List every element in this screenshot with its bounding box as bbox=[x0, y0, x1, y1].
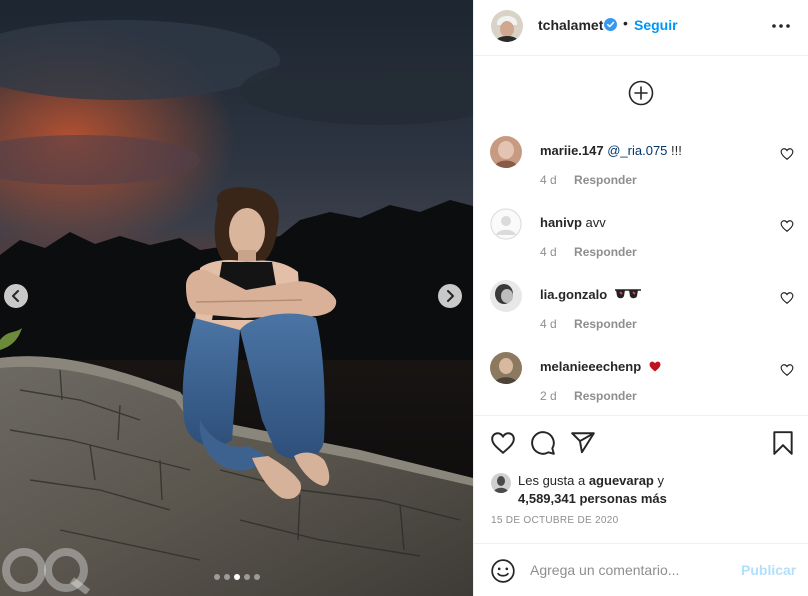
comment-time[interactable]: 4 d bbox=[540, 173, 557, 187]
comment-body: avv bbox=[585, 215, 606, 230]
comment-item: lia.gonzalo 4 d Responder bbox=[474, 280, 808, 352]
carousel-dot bbox=[233, 574, 240, 580]
heart-icon[interactable] bbox=[780, 219, 794, 233]
smiley-icon[interactable] bbox=[490, 558, 516, 584]
likes-prefix: Les gusta a bbox=[518, 473, 589, 488]
publish-button[interactable]: Publicar bbox=[741, 562, 796, 578]
liker-username[interactable]: aguevarap bbox=[589, 473, 654, 488]
comment-meta: 2 d Responder bbox=[540, 389, 637, 403]
red-heart-emoji-icon bbox=[649, 361, 661, 372]
comment-item: mariie.147 @_ria.075 !!! 4 d Responder bbox=[474, 136, 808, 208]
post-details-panel: tchalamet • Seguir mariie.147 @_ria.075 … bbox=[473, 0, 808, 596]
heart-icon[interactable] bbox=[780, 147, 794, 161]
bookmark-icon[interactable] bbox=[770, 430, 796, 456]
more-options-icon[interactable] bbox=[771, 18, 791, 34]
post-date[interactable]: 15 DE OCTUBRE DE 2020 bbox=[491, 515, 618, 526]
carousel-next-button[interactable] bbox=[438, 284, 462, 308]
comment-time[interactable]: 4 d bbox=[540, 245, 557, 259]
post-action-bar bbox=[474, 415, 808, 471]
paper-plane-icon[interactable] bbox=[570, 430, 596, 456]
sunglasses-emoji-icon bbox=[614, 289, 641, 299]
commenter-avatar[interactable] bbox=[490, 280, 522, 312]
comment-item: melanieeechenp 2 d Responder bbox=[474, 352, 808, 424]
comment-text: lia.gonzalo bbox=[540, 287, 642, 302]
likes-text: Les gusta a aguevarap y bbox=[518, 473, 664, 488]
comment-time[interactable]: 2 d bbox=[540, 389, 557, 403]
gq-watermark-logo bbox=[2, 548, 91, 594]
commenter-avatar[interactable] bbox=[490, 208, 522, 240]
comment-meta: 4 d Responder bbox=[540, 245, 637, 259]
comment-mention[interactable]: @_ria.075 bbox=[607, 143, 667, 158]
comment-input[interactable] bbox=[530, 560, 730, 580]
comment-username[interactable]: hanivp bbox=[540, 215, 582, 230]
reply-button[interactable]: Responder bbox=[574, 317, 637, 331]
carousel-dot bbox=[253, 574, 260, 580]
heart-icon[interactable] bbox=[490, 430, 516, 456]
reply-button[interactable]: Responder bbox=[574, 389, 637, 403]
header-separator: • bbox=[623, 15, 628, 31]
heart-icon[interactable] bbox=[780, 363, 794, 377]
carousel-prev-button[interactable] bbox=[4, 284, 28, 308]
comment-text: mariie.147 @_ria.075 !!! bbox=[540, 143, 682, 158]
reply-button[interactable]: Responder bbox=[574, 245, 637, 259]
comment-meta: 4 d Responder bbox=[540, 173, 637, 187]
post-header: tchalamet • Seguir bbox=[474, 0, 808, 56]
heart-icon[interactable] bbox=[780, 291, 794, 305]
verified-badge-icon bbox=[604, 18, 617, 31]
chevron-right-icon bbox=[447, 290, 454, 302]
likes-middle: y bbox=[653, 473, 664, 488]
comment-body: !!! bbox=[667, 143, 682, 158]
comment-time[interactable]: 4 d bbox=[540, 317, 557, 331]
comment-username[interactable]: mariie.147 bbox=[540, 143, 604, 158]
comment-username[interactable]: melanieeechenp bbox=[540, 359, 641, 374]
liker-avatar[interactable] bbox=[491, 473, 511, 493]
comment-text: hanivp avv bbox=[540, 215, 606, 230]
plus-circle-icon[interactable] bbox=[628, 80, 654, 106]
carousel-dot bbox=[223, 574, 230, 580]
add-comment-bar: Publicar bbox=[474, 543, 808, 596]
commenter-avatar[interactable] bbox=[490, 136, 522, 168]
comment-icon[interactable] bbox=[530, 430, 556, 456]
carousel-dot bbox=[243, 574, 250, 580]
comment-text: melanieeechenp bbox=[540, 359, 662, 374]
likes-count[interactable]: 4,589,341 personas más bbox=[518, 491, 667, 506]
comment-meta: 4 d Responder bbox=[540, 317, 637, 331]
comment-username[interactable]: lia.gonzalo bbox=[540, 287, 607, 302]
carousel-indicator bbox=[0, 574, 473, 580]
chevron-left-icon bbox=[12, 290, 19, 302]
author-avatar[interactable] bbox=[491, 10, 523, 42]
commenter-avatar[interactable] bbox=[490, 352, 522, 384]
comment-item: hanivp avv 4 d Responder bbox=[474, 208, 808, 280]
carousel-dot bbox=[213, 574, 220, 580]
reply-button[interactable]: Responder bbox=[574, 173, 637, 187]
author-username[interactable]: tchalamet bbox=[538, 17, 603, 33]
photo-image bbox=[0, 0, 473, 596]
post-photo[interactable] bbox=[0, 0, 473, 596]
follow-button[interactable]: Seguir bbox=[634, 17, 678, 33]
